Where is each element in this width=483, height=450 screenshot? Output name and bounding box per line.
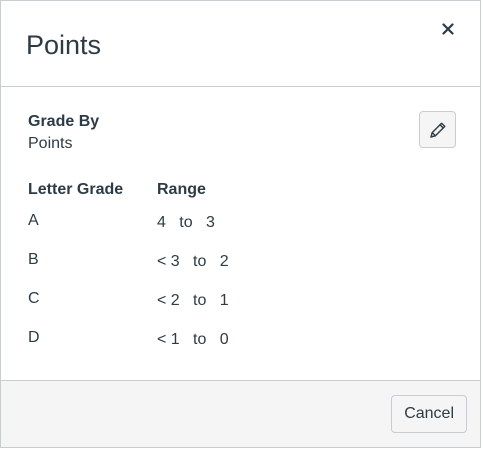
grade-range: 4 to 3 — [157, 213, 215, 233]
letter-grade: B — [28, 251, 39, 268]
grade-row: A 4 to 3 — [1, 211, 480, 235]
dialog-title: Points — [26, 30, 102, 60]
close-icon — [442, 23, 454, 35]
dialog-header: Points — [1, 1, 480, 87]
close-button[interactable] — [436, 17, 460, 41]
cancel-button[interactable]: Cancel — [391, 395, 467, 433]
letter-grade: A — [28, 212, 39, 229]
letter-grade: C — [28, 290, 40, 307]
grade-range: < 2 to 1 — [157, 291, 229, 311]
grade-range: < 1 to 0 — [157, 330, 229, 350]
letter-grade: D — [28, 329, 40, 346]
range-to: 1 — [219, 292, 229, 309]
range-separator: to — [193, 292, 207, 309]
range-to: 0 — [219, 331, 229, 348]
range-from: < 2 — [157, 292, 180, 309]
grade-row: B < 3 to 2 — [1, 250, 480, 274]
dialog-footer: Cancel — [1, 380, 480, 447]
range-separator: to — [193, 253, 207, 270]
range-from: < 1 — [157, 331, 180, 348]
grade-by-heading: Grade By — [28, 113, 100, 130]
range-from: < 3 — [157, 253, 180, 270]
range-to: 2 — [219, 253, 229, 270]
pencil-icon — [429, 122, 445, 138]
letter-grade-column-header: Letter Grade — [28, 181, 124, 198]
grade-row: D < 1 to 0 — [1, 328, 480, 352]
grading-scheme-dialog: Points Grade By Points Letter Grade Rang… — [0, 0, 481, 448]
range-separator: to — [179, 214, 193, 231]
dialog-body: Grade By Points Letter Grade Range A 4 t… — [1, 87, 480, 380]
range-column-header: Range — [157, 181, 206, 198]
range-to: 3 — [205, 214, 215, 231]
range-separator: to — [193, 331, 207, 348]
grade-by-value: Points — [28, 135, 73, 152]
range-from: 4 — [157, 214, 166, 231]
edit-grade-by-button[interactable] — [419, 111, 456, 148]
grade-row: C < 2 to 1 — [1, 289, 480, 313]
grade-range: < 3 to 2 — [157, 252, 229, 272]
